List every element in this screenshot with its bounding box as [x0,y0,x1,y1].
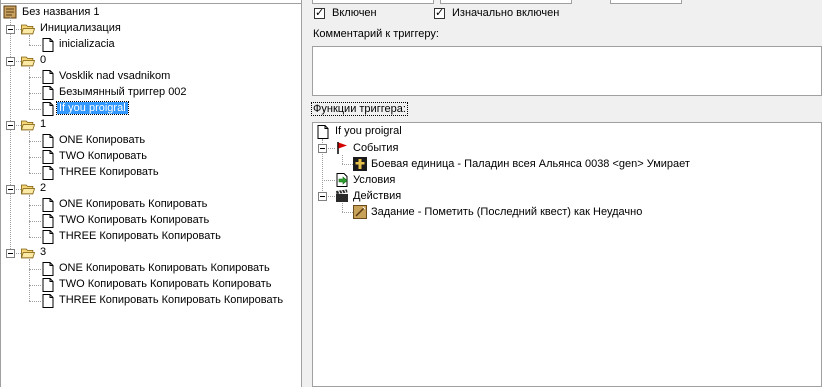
tree-line [29,285,41,286]
tree-line [29,205,41,206]
tree-line [29,195,30,237]
open-folder-icon [21,56,35,67]
tree-line [342,203,343,212]
document-icon [42,86,54,100]
category-label[interactable]: Инициализация [40,22,121,34]
quest-icon [353,205,367,219]
trigger-item[interactable]: TWO Копировать Копировать [59,214,209,226]
tree-line [10,17,11,253]
document-icon [42,150,54,164]
action-item[interactable]: Задание - Пометить (Последний квест) как… [371,206,642,218]
tree-line [322,180,335,181]
tree-line [29,173,41,174]
document-icon [42,70,54,84]
document-icon [317,125,329,139]
open-folder-icon [21,248,35,259]
category-label[interactable]: 2 [40,182,46,194]
tree-line [29,301,41,302]
open-folder-icon [21,24,35,35]
panel-splitter[interactable] [302,0,312,387]
tree-line [342,155,343,164]
trigger-item[interactable]: THREE Копировать Копировать [59,230,221,242]
document-icon [42,134,54,148]
tree-line [342,212,353,213]
trigger-item[interactable]: TWO Копировать [59,150,147,162]
event-item[interactable]: Боевая единица - Паладин всея Альянса 00… [371,158,690,170]
document-icon [42,278,54,292]
functions-tree[interactable]: If you proigral События Боевая единица -… [312,122,822,387]
category-collapse-toggle[interactable] [6,121,15,130]
comment-label: Комментарий к триггеру: [313,28,439,40]
document-icon [42,102,54,116]
tree-line [29,35,30,45]
actions-label[interactable]: Действия [353,190,401,202]
functions-label: Функции триггера: [311,102,408,116]
conditions-label[interactable]: Условия [353,174,395,186]
enabled-label: Включен [332,7,377,19]
category-label[interactable]: 3 [40,246,46,258]
tree-line [29,269,41,270]
initially-on-checkbox[interactable] [434,6,445,19]
tree-line [29,141,41,142]
open-folder-icon [21,184,35,195]
tree-line [29,67,30,109]
tree-line [29,131,30,173]
trigger-item[interactable]: ONE Копировать [59,134,145,146]
condition-icon [336,173,348,187]
document-icon [42,214,54,228]
trigger-name[interactable]: If you proigral [335,125,402,137]
tree-line [29,77,41,78]
comment-textarea[interactable] [312,46,822,96]
toolbar-tab-edge [312,0,434,4]
category-collapse-toggle[interactable] [6,57,15,66]
trigger-item[interactable]: Безымянный триггер 002 [59,86,187,98]
category-collapse-toggle[interactable] [6,25,15,34]
document-icon [42,262,54,276]
open-folder-icon [21,120,35,131]
tree-line [328,196,335,197]
unit-icon [353,157,367,171]
document-icon [42,230,54,244]
tree-line [29,93,41,94]
trigger-item[interactable]: If you proigral [56,101,129,115]
category-label[interactable]: 0 [40,54,46,66]
toolbar-tab-edge [440,0,572,4]
tree-line [328,148,335,149]
tree-line [29,237,41,238]
trigger-item[interactable]: THREE Копировать Копировать Копировать [59,294,283,306]
category-label[interactable]: 1 [40,118,46,130]
events-label[interactable]: События [353,142,398,154]
trigger-item[interactable]: ONE Копировать Копировать [59,198,207,210]
tree-line [29,221,41,222]
trigger-item[interactable]: inicializacia [59,38,115,50]
tree-line [29,109,41,110]
toolbar-tab-edge [610,0,682,4]
enabled-checkbox[interactable] [314,6,325,19]
tree-line [29,259,30,301]
map-root-label[interactable]: Без названия 1 [22,6,100,18]
document-icon [42,166,54,180]
trigger-item[interactable]: ONE Копировать Копировать Копировать [59,262,270,274]
events-collapse-toggle[interactable] [318,144,327,153]
trigger-item[interactable]: Vosklik nad vsadnikom [59,70,170,82]
trigger-item[interactable]: TWO Копировать Копировать Копировать [59,278,272,290]
category-collapse-toggle[interactable] [6,185,15,194]
trigger-item[interactable]: THREE Копировать [59,166,159,178]
initially-on-label: Изначально включен [452,7,560,19]
red-flag-icon [337,142,347,154]
tree-line [29,45,41,46]
tree-line [342,164,353,165]
trigger-tree[interactable]: Без названия 1 Инициализация inicializac… [0,4,302,387]
actions-collapse-toggle[interactable] [318,192,327,201]
document-icon [42,38,54,52]
clapperboard-icon [336,189,348,202]
tree-line [29,157,41,158]
document-icon [42,294,54,308]
document-icon [42,198,54,212]
category-collapse-toggle[interactable] [6,249,15,258]
